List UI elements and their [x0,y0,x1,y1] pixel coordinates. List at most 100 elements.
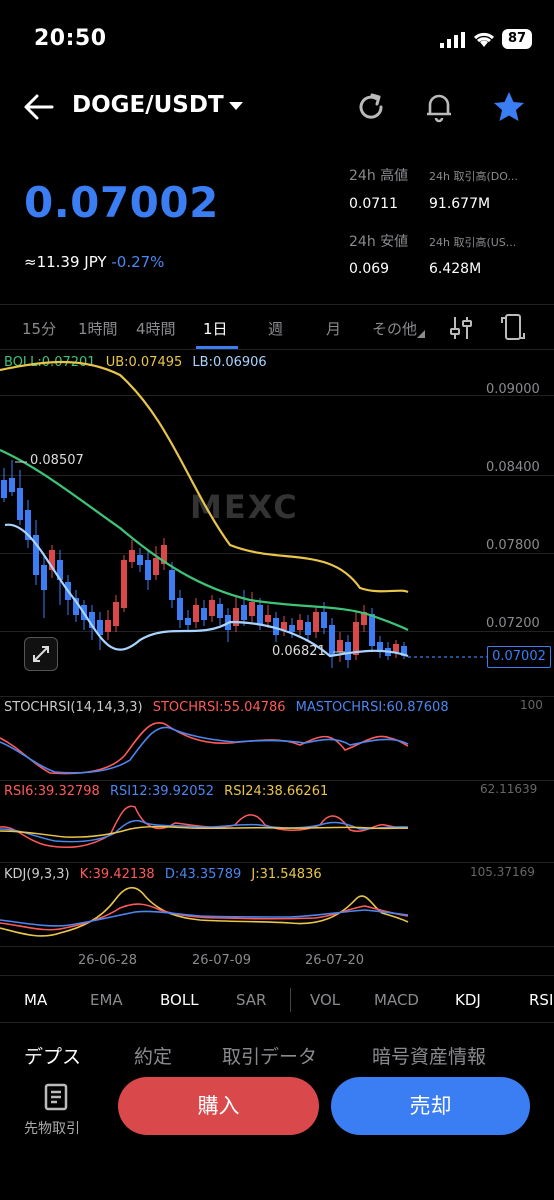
candle-body [337,640,343,652]
tf-4h[interactable]: 4時間 [136,318,176,339]
current-price-tag: 0.07002 [487,646,551,668]
ind-tab-ema[interactable]: EMA [90,991,123,1009]
vol-base-value: 91.677M [429,196,491,212]
candle-body [9,478,15,492]
low-label: 24h 安値 [349,234,409,250]
vol-base-label: 24h 取引高(DO... [429,170,518,183]
candle-body [321,612,327,628]
candle-body [241,605,247,620]
tf-1d[interactable]: 1日 [203,318,228,339]
candle-body [169,570,175,600]
ind-tab-sar[interactable]: SAR [236,991,266,1009]
candle-body [233,608,239,626]
sell-button[interactable]: 売却 [331,1077,530,1135]
ind-tab-ma[interactable]: MA [24,991,47,1009]
candle-body [313,612,319,632]
chevron-down-icon[interactable] [228,100,244,112]
ind-tab-macd[interactable]: MACD [374,991,419,1009]
back-arrow-icon[interactable] [22,92,56,122]
candle-body [113,602,119,626]
candle-body [201,608,207,620]
candle-body [193,605,199,622]
candle-body [41,565,47,590]
candle-body [217,604,223,618]
futures-icon[interactable] [42,1082,72,1112]
candle-body [105,620,111,632]
tf-more-caret-icon [417,330,425,338]
candle-body [121,560,127,608]
candle-body [345,642,351,660]
candle-body [17,488,23,520]
tf-more[interactable]: その他 [372,318,417,339]
battery-indicator: 87 [502,29,532,49]
divider [0,1022,554,1023]
favorite-star-icon[interactable] [492,91,526,123]
divider [0,780,554,781]
kdj-axis: 105.37169 [470,865,535,879]
candle-body [249,602,255,616]
tf-1h[interactable]: 1時間 [78,318,118,339]
high-label: 24h 高値 [349,168,409,184]
low-annotation: 0.06821 [272,644,326,659]
vol-quote-label: 24h 取引高(US... [429,236,517,249]
stochrsi-axis: 100 [520,698,543,712]
candle-body [1,480,7,498]
tab-depth[interactable]: デプス [24,1042,81,1069]
candle-body [289,625,295,632]
futures-label[interactable]: 先物取引 [24,1118,80,1138]
date-label: 26-07-20 [305,953,365,968]
date-label: 26-07-09 [192,953,252,968]
rotate-screen-icon[interactable] [500,313,526,343]
rsi-axis: 62.11639 [480,782,538,796]
rsi-chart [0,805,409,849]
divider [0,304,554,305]
tab-crypto-info[interactable]: 暗号資産情報 [372,1042,486,1069]
pair-selector[interactable]: DOGE/USDT [72,92,224,118]
stochrsi-chart [0,721,409,775]
candle-body [145,560,151,580]
vol-quote-value: 6.428M [429,261,482,277]
jpy-value: ≈11.39 JPY [24,253,107,271]
tab-trades[interactable]: 約定 [134,1042,172,1069]
ind-tab-kdj[interactable]: KDJ [455,991,481,1009]
date-label: 26-06-28 [78,953,138,968]
kdj-chart [0,887,409,937]
tf-week[interactable]: 週 [268,318,283,339]
change-percent: -0.27% [111,253,165,271]
low-value: 0.069 [349,261,390,277]
ind-tab-boll[interactable]: BOLL [160,991,199,1009]
candle-body [257,605,263,625]
bell-icon[interactable] [424,91,454,123]
last-price: 0.07002 [24,178,219,227]
status-time: 20:50 [34,26,107,51]
candle-body [185,618,191,625]
candle-body [209,600,215,616]
candle-body [353,622,359,655]
tf-15m[interactable]: 15分 [22,318,56,339]
divider [0,946,554,947]
ind-tab-rsi[interactable]: RSI [529,991,554,1009]
divider [0,975,554,976]
fullscreen-button[interactable] [24,637,58,671]
candle-body [393,644,399,652]
ind-tab-vol[interactable]: VOL [310,991,340,1009]
tab-separator [290,988,291,1012]
candle-body [177,598,183,620]
candle-body [329,625,335,655]
candles [1,460,407,668]
candle-body [305,622,311,635]
candle-body [297,620,303,630]
candle-body [265,615,271,622]
buy-button[interactable]: 購入 [118,1077,319,1135]
tf-month[interactable]: 月 [326,318,341,339]
candle-body [137,555,143,565]
candle-body [369,614,375,646]
boll-upper-line [0,360,409,594]
refresh-icon[interactable] [356,92,386,122]
expand-icon [33,646,49,662]
tab-trade-data[interactable]: 取引データ [222,1042,317,1069]
high-annotation: 0.08507 [30,453,84,468]
candle-body [153,558,159,575]
jpy-price: ≈11.39 JPY -0.27% [24,253,164,271]
settings-sliders-icon[interactable] [450,315,472,341]
